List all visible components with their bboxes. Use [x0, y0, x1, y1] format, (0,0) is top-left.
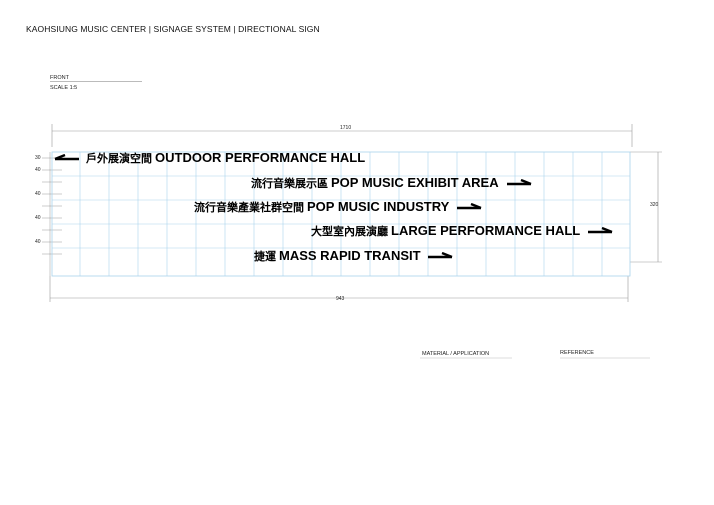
dim-height: 320	[650, 202, 659, 208]
sign-en-mrt: MASS RAPID TRANSIT	[279, 248, 421, 263]
material-label: MATERIAL / APPLICATION	[422, 351, 490, 357]
arrow-right-icon	[587, 226, 613, 233]
dim-row-5: 40	[35, 239, 41, 245]
sign-en-industry: POP MUSIC INDUSTRY	[307, 199, 450, 214]
sign-line-outdoor: 戶外展演空間 OUTDOOR PERFORMANCE HALL	[54, 151, 365, 166]
sign-line-large-hall: 大型室內展演廳 LARGE PERFORMANCE HALL	[311, 224, 613, 239]
sign-zh-large-hall: 大型室內展演廳	[311, 226, 388, 238]
sign-en-outdoor: OUTDOOR PERFORMANCE HALL	[155, 150, 366, 165]
arrow-right-icon	[456, 202, 482, 209]
arrow-right-icon	[506, 178, 532, 185]
dim-row-2: 40	[35, 167, 41, 173]
sign-line-industry: 流行音樂產業社群空間 POP MUSIC INDUSTRY	[194, 200, 482, 215]
dim-inner-width: 943	[336, 296, 345, 302]
dim-row-3: 40	[35, 191, 41, 197]
sign-line-exhibit: 流行音樂展示區 POP MUSIC EXHIBIT AREA	[251, 176, 532, 191]
sign-zh-mrt: 捷運	[254, 251, 276, 263]
sign-zh-industry: 流行音樂產業社群空間	[194, 202, 304, 214]
dim-width: 1710	[340, 125, 352, 131]
dim-row-1: 30	[35, 155, 41, 161]
arrow-left-icon	[54, 153, 79, 160]
dim-row-4: 40	[35, 215, 41, 221]
sign-en-large-hall: LARGE PERFORMANCE HALL	[391, 223, 580, 238]
sign-zh-outdoor: 戶外展演空間	[86, 153, 152, 165]
sign-line-mrt: 捷運 MASS RAPID TRANSIT	[254, 249, 453, 264]
arrow-right-icon	[428, 251, 453, 258]
reference-label: REFERENCE	[560, 350, 594, 356]
sign-en-exhibit: POP MUSIC EXHIBIT AREA	[331, 175, 499, 190]
sign-zh-exhibit: 流行音樂展示區	[251, 178, 328, 190]
